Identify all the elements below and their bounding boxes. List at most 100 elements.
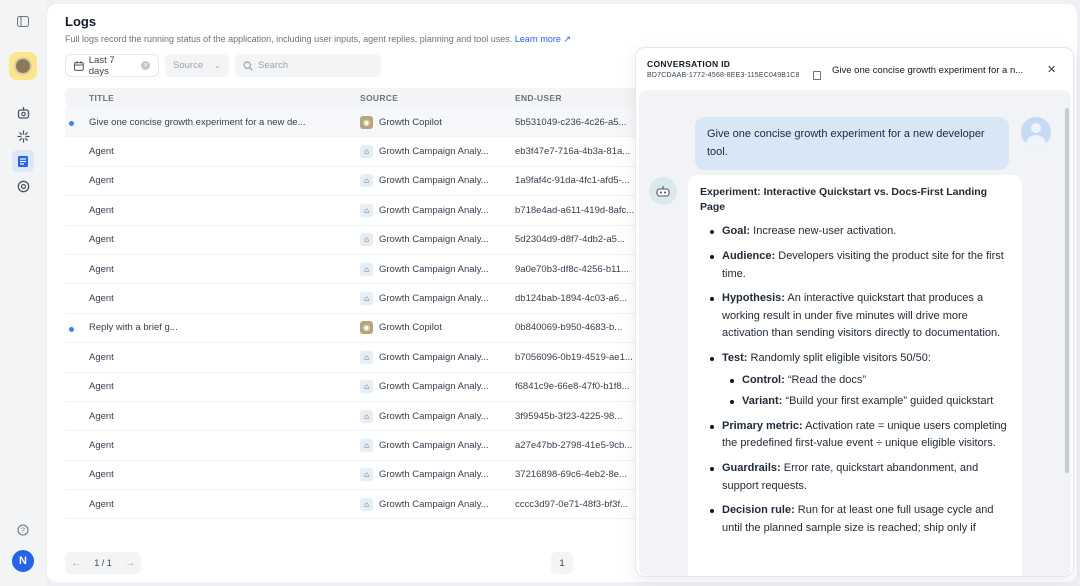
row-title: Agent [89, 175, 114, 187]
table-row[interactable]: Agent ⌂ Growth Campaign Analy... eb3f47e7-7… [65, 137, 637, 167]
row-title: Give one concise growth experiment for a… [89, 116, 306, 128]
row-end-user: db124bab-1894-4c03-a6... [515, 293, 627, 305]
bot-app-icon: ⌂ [360, 262, 373, 276]
table-row[interactable]: Give one concise growth experiment for a… [65, 108, 637, 138]
chat-scrollbar[interactable] [1065, 108, 1069, 473]
user-avatar[interactable]: N [12, 550, 34, 572]
user-avatar-icon [1021, 117, 1051, 147]
date-range-label: Last 7 days [88, 54, 115, 77]
bot-app-icon: ⌂ [360, 380, 373, 394]
row-source: ⌂ Growth Campaign Analy... [360, 497, 515, 511]
reply-item-audience: Audience: Developers visiting the produc… [710, 248, 1010, 283]
table-row[interactable]: Agent ⌂ Growth Campaign Analy... a27e47bb-2… [65, 431, 637, 461]
help-icon[interactable]: ? [12, 519, 34, 541]
close-icon[interactable]: ✕ [1047, 63, 1056, 76]
conversation-id-label: CONVERSATION ID [647, 59, 731, 69]
bot-app-icon: ⌂ [360, 292, 373, 306]
filter-bar: Last 7 days × Source ⌄ Search [65, 54, 381, 78]
sidebar-toggle-icon[interactable] [12, 10, 34, 32]
table-row[interactable]: Agent ⌂ Growth Campaign Analy... 5d2304d9-d… [65, 226, 637, 255]
row-source: ⌂ Growth Campaign Analy... [360, 174, 515, 188]
table-row[interactable]: Agent ⌂ Growth Campaign Analy... b718e4ad-a… [65, 196, 637, 226]
table-row[interactable]: Agent ⌂ Growth Campaign Analy... 1a9faf4c-9… [65, 167, 637, 197]
bot-app-icon: ⌂ [360, 497, 373, 511]
clear-date-icon[interactable]: × [141, 61, 150, 70]
search-input[interactable]: Search [235, 54, 381, 77]
unread-dot-icon [69, 326, 74, 332]
description-text: Full logs record the running status of t… [65, 34, 513, 44]
row-title: Agent [89, 263, 114, 275]
row-source-label: Growth Campaign Analy... [379, 263, 489, 275]
table-row[interactable]: Agent ⌂ Growth Campaign Analy... 37216898-6… [65, 461, 637, 491]
row-source: ⌂ Growth Campaign Analy... [360, 380, 515, 394]
row-title: Agent [89, 439, 114, 451]
bot-app-icon: ⌂ [360, 203, 373, 217]
app-avatar[interactable] [9, 52, 37, 80]
bot-app-icon: ⌂ [360, 145, 373, 159]
column-header-title[interactable]: TITLE [65, 93, 360, 103]
row-title: Agent [89, 204, 114, 216]
row-source-label: Growth Campaign Analy... [379, 439, 489, 451]
bot-app-icon: ⌂ [360, 409, 373, 423]
row-source: ⌂ Growth Campaign Analy... [360, 262, 515, 276]
column-header-source[interactable]: SOURCE [360, 93, 515, 103]
row-end-user: a27e47bb-2798-41e5-9cb... [515, 439, 633, 451]
assistant-message: Experiment: Interactive Quickstart vs. D… [688, 175, 1022, 576]
pagination: ← 1 / 1 → [65, 552, 141, 574]
source-filter[interactable]: Source ⌄ [165, 54, 229, 77]
page-indicator: 1 / 1 [94, 558, 112, 568]
table-row[interactable]: Agent ⌂ Growth Campaign Analy... b7056096-0… [65, 343, 637, 373]
search-icon [243, 60, 253, 71]
reply-item-test: Test: Randomly split eligible visitors 5… [710, 350, 1010, 411]
row-end-user: eb3f47e7-716a-4b3a-81a... [515, 146, 631, 158]
svg-text:?: ? [21, 528, 25, 535]
table-body: Give one concise growth experiment for a… [65, 108, 637, 520]
next-page-icon[interactable]: → [125, 558, 135, 569]
robot-icon[interactable] [12, 101, 34, 123]
row-source-label: Growth Campaign Analy... [379, 351, 489, 363]
table-row[interactable]: Agent ⌂ Growth Campaign Analy... cccc3d97-0… [65, 490, 637, 520]
chat-area[interactable]: Give one concise growth experiment for a… [639, 90, 1071, 576]
row-end-user: cccc3d97-0e71-48f3-bf3f... [515, 498, 629, 510]
column-header-end-user[interactable]: END-USER [515, 93, 637, 103]
row-source-label: Growth Campaign Analy... [379, 175, 489, 187]
row-source: ⌂ Growth Campaign Analy... [360, 468, 515, 482]
table-row[interactable]: Reply with a brief g... ◉ Growth Copilot 0b… [65, 314, 637, 344]
user-message: Give one concise growth experiment for a… [695, 117, 1009, 171]
gauge-icon[interactable] [12, 175, 34, 197]
chevron-down-icon: ⌄ [214, 61, 221, 70]
date-range-filter[interactable]: Last 7 days × [65, 54, 159, 77]
row-source-label: Growth Campaign Analy... [379, 469, 489, 481]
sparkle-icon[interactable] [12, 125, 34, 147]
learn-more-link[interactable]: Learn more ↗ [515, 34, 571, 44]
table-row[interactable]: Agent ⌂ Growth Campaign Analy... 9a0e70b3-d… [65, 255, 637, 285]
table-row[interactable]: Agent ⌂ Growth Campaign Analy... f6841c9e-6… [65, 373, 637, 402]
prev-page-icon[interactable]: ← [71, 558, 81, 569]
bot-avatar-icon [649, 177, 677, 205]
row-title: Agent [89, 498, 114, 510]
row-source: ⌂ Growth Campaign Analy... [360, 409, 515, 423]
row-source-label: Growth Campaign Analy... [379, 146, 489, 158]
page-description: Full logs record the running status of t… [65, 34, 571, 45]
copy-icon[interactable] [813, 71, 821, 80]
row-source-label: Growth Copilot [379, 116, 442, 128]
unread-dot-icon [69, 121, 74, 126]
page-title: Logs [65, 14, 97, 29]
test-sublist: Control: “Read the docs” Variant: “Build… [722, 372, 1010, 411]
logs-icon[interactable] [12, 150, 34, 172]
reply-item-goal: Goal: Increase new-user activation. [710, 223, 1010, 241]
row-title: Agent [89, 469, 114, 481]
table-row[interactable]: Agent ⌂ Growth Campaign Analy... db124bab-1… [65, 284, 637, 314]
row-source: ⌂ Growth Campaign Analy... [360, 145, 515, 159]
page-number-button[interactable]: 1 [551, 552, 573, 574]
row-title: Agent [89, 381, 114, 393]
reply-heading: Experiment: Interactive Quickstart vs. D… [700, 186, 988, 214]
row-end-user: 1a9faf4c-91da-4fc1-afd5-... [515, 175, 630, 187]
row-title: Agent [89, 293, 114, 305]
table-row[interactable]: Agent ⌂ Growth Campaign Analy... 3f95945b-3… [65, 402, 637, 432]
reply-item-variant: Variant: “Build your first example” guid… [730, 393, 1010, 411]
reply-item-decision: Decision rule: Run for at least one full… [710, 502, 1010, 537]
reply-item-guardrails: Guardrails: Error rate, quickstart aband… [710, 460, 1010, 495]
conversation-drawer: CONVERSATION ID BD7CDAAB-1772-4568-8EE3-… [635, 47, 1074, 577]
reply-list: Goal: Increase new-user activation. Audi… [700, 223, 1010, 537]
